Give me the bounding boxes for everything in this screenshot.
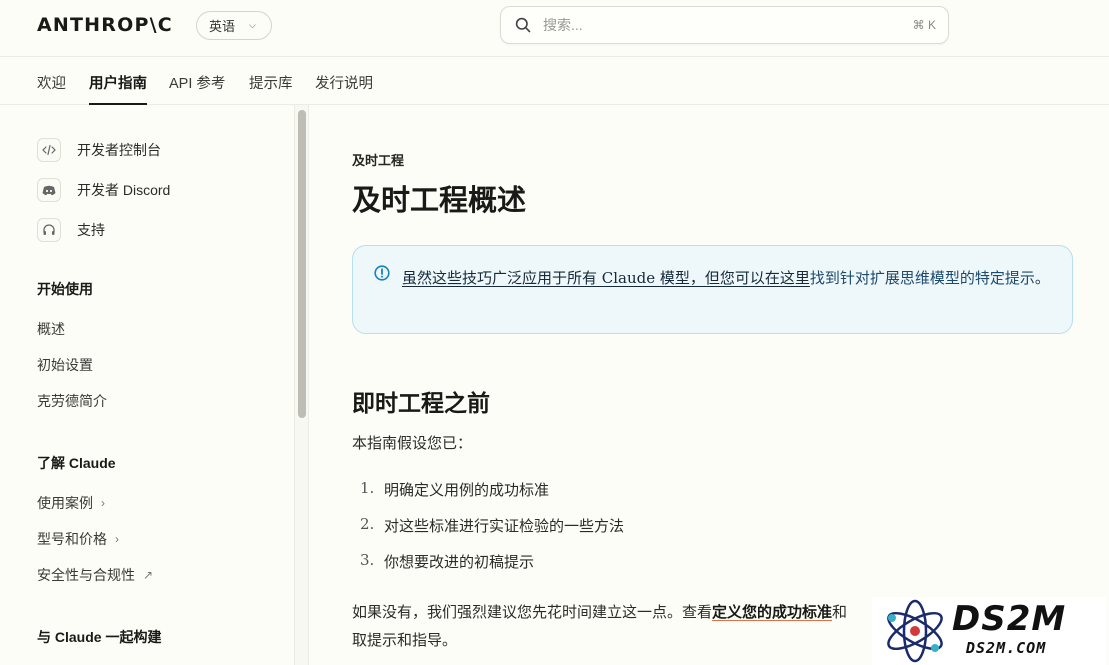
chevron-right-icon: › — [101, 496, 105, 510]
callout-text: 虽然这些技巧广泛应用于所有 Claude 模型，但您可以在这里找到针对扩展思维模… — [402, 265, 1052, 291]
page-title: 及时工程概述 — [352, 183, 527, 217]
sidebar-item-label: 概述 — [37, 321, 65, 337]
sidebar-item-overview[interactable]: 概述 — [37, 319, 65, 339]
top-header: ANTHROP\C 英语 ⌵ ⌘ K — [0, 0, 1109, 57]
search-icon — [515, 17, 531, 33]
list-text: 你想要改进的初稿提示 — [384, 553, 535, 571]
list-number: 3. — [360, 551, 375, 569]
headset-icon — [37, 218, 61, 242]
list-text: 明确定义用例的成功标准 — [384, 481, 550, 499]
tab-user-guide[interactable]: 用户指南 — [89, 72, 147, 105]
tab-release-notes[interactable]: 发行说明 — [315, 72, 373, 105]
list-number: 2. — [360, 515, 375, 533]
list-item: 3. 你想要改进的初稿提示 — [360, 551, 534, 572]
define-success-criteria-link[interactable]: 定义您的成功标准 — [712, 603, 832, 621]
info-callout: 虽然这些技巧广泛应用于所有 Claude 模型，但您可以在这里找到针对扩展思维模… — [352, 245, 1073, 334]
sidebar-item-security-compliance[interactable]: 安全性与合规性 ↗ — [37, 565, 153, 585]
sidebar-item-intro-claude[interactable]: 克劳德简介 — [37, 391, 107, 411]
section-heading: 即时工程之前 — [352, 391, 490, 417]
followup-text-after: 和 — [832, 603, 848, 621]
chevron-down-icon: ⌵ — [249, 20, 256, 30]
sidebar-item-use-cases[interactable]: 使用案例 › — [37, 493, 105, 513]
list-item: 2. 对这些标准进行实证检验的一些方法 — [360, 515, 624, 536]
sidebar-item-label: 使用案例 — [37, 495, 93, 511]
watermark-big-text: DS2M — [952, 599, 1067, 639]
atom-logo-icon — [887, 599, 943, 663]
list-number: 1. — [360, 479, 375, 497]
sidebar-heading-build-with-claude: 与 Claude 一起构建 — [37, 629, 162, 645]
search-shortcut: ⌘ K — [912, 18, 936, 32]
sidebar-link-developer-console[interactable]: 开发者控制台 — [37, 138, 161, 162]
anthropic-logo[interactable]: ANTHROP\C — [37, 14, 173, 36]
info-icon — [374, 265, 390, 281]
sidebar-link-label: 开发者 Discord — [77, 182, 171, 198]
ds2m-watermark: DS2M DS2M.COM — [872, 597, 1106, 665]
external-link-icon: ↗ — [143, 568, 154, 582]
list-text: 对这些标准进行实证检验的一些方法 — [384, 517, 625, 535]
followup-paragraph: 如果没有，我们强烈建议您先花时间建立这一点。查看定义您的成功标准和取提示和指导。 — [352, 598, 872, 654]
list-item: 1. 明确定义用例的成功标准 — [360, 479, 549, 500]
scrollbar-thumb[interactable] — [298, 110, 306, 418]
chevron-right-icon: › — [115, 532, 119, 546]
callout-end: 。 — [1034, 269, 1050, 287]
language-label: 英语 — [209, 19, 236, 34]
callout-underlined-text: 虽然这些技巧广泛应用于所有 Claude 模型，但您可以在这里 — [402, 269, 810, 287]
nav-tabs: 欢迎 用户指南 API 参考 提示库 发行说明 — [0, 57, 1109, 105]
sidebar-item-label: 型号和价格 — [37, 531, 107, 547]
sidebar-link-support[interactable]: 支持 — [37, 218, 105, 242]
tab-welcome[interactable]: 欢迎 — [37, 72, 66, 105]
breadcrumb-section: 及时工程 — [352, 153, 405, 168]
sidebar-link-label: 开发者控制台 — [77, 142, 161, 158]
followup-text-line2: 取提示和指导。 — [352, 631, 458, 649]
watermark-small-text: DS2M.COM — [966, 639, 1047, 657]
sidebar-link-label: 支持 — [77, 222, 105, 238]
sidebar-scrollbar[interactable] — [295, 105, 309, 665]
tab-prompt-library[interactable]: 提示库 — [249, 72, 293, 105]
sidebar-item-label: 克劳德简介 — [37, 393, 107, 409]
sidebar-item-label: 安全性与合规性 — [37, 567, 135, 583]
discord-icon — [37, 178, 61, 202]
sidebar-heading-learn-claude: 了解 Claude — [37, 455, 116, 471]
sidebar: 开发者控制台 开发者 Discord 支持 开始使用 概述 初始设置 克劳德简介… — [0, 105, 295, 665]
intro-text: 本指南假设您已： — [352, 434, 473, 452]
code-icon — [37, 138, 61, 162]
sidebar-item-label: 初始设置 — [37, 357, 93, 373]
language-select[interactable]: 英语 ⌵ — [196, 11, 272, 40]
search-box[interactable]: ⌘ K — [500, 6, 949, 44]
tab-api-reference[interactable]: API 参考 — [169, 72, 225, 105]
sidebar-item-models-pricing[interactable]: 型号和价格 › — [37, 529, 119, 549]
sidebar-link-discord[interactable]: 开发者 Discord — [37, 178, 170, 202]
search-input[interactable] — [543, 17, 913, 33]
sidebar-heading-get-started: 开始使用 — [37, 281, 93, 297]
extended-thinking-link[interactable]: 找到针对扩展思维模型的特定提示 — [810, 269, 1035, 287]
sidebar-item-initial-setup[interactable]: 初始设置 — [37, 355, 93, 375]
followup-text: 如果没有，我们强烈建议您先花时间建立这一点。查看 — [352, 603, 713, 621]
